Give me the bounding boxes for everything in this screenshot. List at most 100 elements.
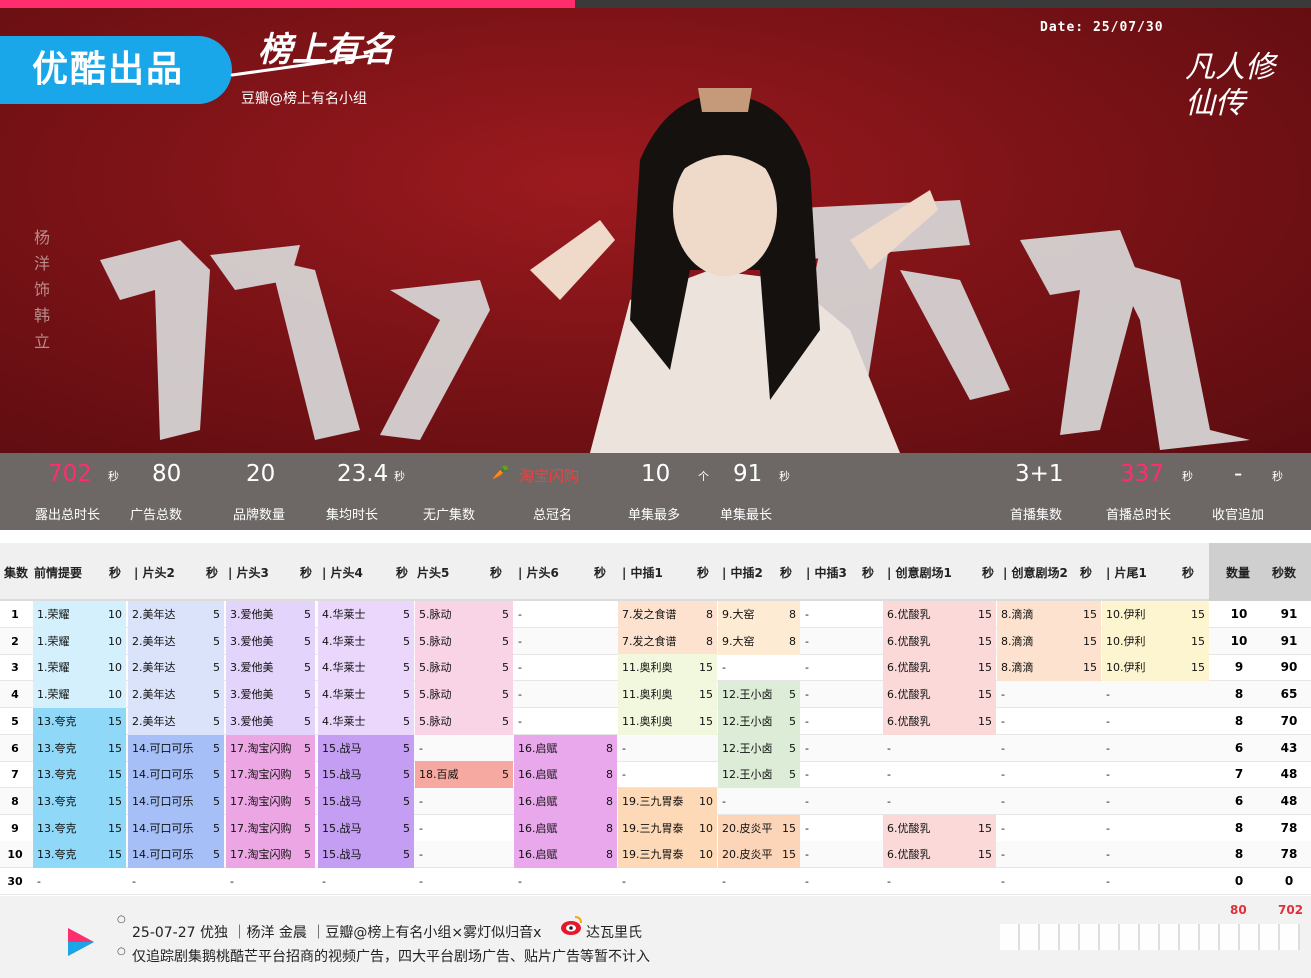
ad-slot-cell: - (718, 788, 800, 815)
ad-slot-cell: 19.三九胃泰 10 (618, 841, 717, 869)
ad-brand-name: - (722, 875, 726, 888)
ad-seconds: 8 (789, 608, 796, 621)
ad-brand-name: 17.淘宝闪购 (230, 768, 292, 782)
ad-brand-name: - (622, 741, 626, 755)
ad-seconds: 5 (502, 661, 509, 675)
ad-brand-name: 11.奥利奥 (622, 661, 673, 675)
stat-label: 无广集数 (423, 508, 476, 523)
stat-label: 露出总时长 (35, 508, 101, 523)
ad-slot-cell: - (1102, 708, 1209, 735)
ad-brand-name: 5.脉动 (419, 714, 452, 728)
date-label: Date: 25/07/30 (1040, 20, 1164, 35)
ad-slot-cell: 12.王小卤 5 (718, 734, 800, 762)
ad-slot-cell: - (415, 841, 513, 868)
ad-brand-name: 8.滴滴 (1001, 608, 1034, 621)
ad-slot-cell: - (801, 601, 882, 628)
ad-slot-cell: - (415, 868, 513, 895)
column-header: 秒 (1080, 566, 1093, 580)
ad-brand-name: - (805, 794, 809, 808)
ad-seconds: 15 (1191, 634, 1205, 648)
ad-slot-cell: 17.淘宝闪购 5 (226, 761, 315, 789)
ad-slot-cell: - (318, 868, 414, 895)
ad-slot-cell: - (33, 868, 126, 895)
ad-brand-name: 13.夸克 (37, 741, 77, 755)
ad-brand-name: - (622, 875, 626, 888)
ad-slot-cell: - (801, 681, 882, 708)
ad-slot-cell: - (801, 708, 882, 735)
row-total-seconds: 43 (1280, 740, 1298, 755)
table-row: 5 13.夸克 15 2.美年达 5 3.爱他美 5 4.华莱士 5 5.脉动 5-11.奥利奥 15… (0, 707, 1311, 735)
ad-seconds: 15 (1191, 608, 1205, 621)
ad-brand-name: 5.脉动 (419, 688, 452, 702)
ad-brand-name: 6.优酸乳 (887, 661, 931, 675)
ad-seconds: 8 (789, 634, 796, 648)
ad-brand-name: 14.可口可乐 (132, 848, 194, 862)
ad-slot-cell: 19.三九胃泰 10 (618, 787, 717, 815)
ad-brand-name: 20.皮炎平 (722, 848, 773, 862)
ad-slot-cell: 9.大窑 8 (718, 601, 800, 628)
row-total-seconds: 78 (1280, 847, 1298, 862)
table-row: 30 - - - - - - - - - - - - 0 0 (0, 868, 1311, 895)
column-header: | 创意剧场2 (1003, 566, 1068, 580)
ad-slot-cell: 9.大窑 8 (718, 627, 800, 655)
ad-slot-cell: - (883, 761, 996, 788)
ad-seconds: 5 (403, 741, 410, 755)
ad-slot-cell: 8.滴滴 15 (997, 601, 1101, 628)
ad-slot-cell: 6.优酸乳 15 (883, 707, 996, 735)
ad-slot-cell: - (997, 708, 1101, 735)
ad-slot-cell: 4.华莱士 5 (318, 601, 414, 628)
ad-seconds: 5 (213, 794, 220, 808)
ad-slot-cell: 4.华莱士 5 (318, 654, 414, 682)
ad-seconds: 5 (502, 768, 509, 782)
ad-slot-cell: 14.可口可乐 5 (128, 761, 224, 789)
ad-brand-name: - (805, 848, 809, 862)
ad-slot-cell: - (128, 868, 224, 895)
row-total-seconds: 65 (1280, 687, 1298, 702)
ad-brand-name: - (805, 608, 809, 621)
ad-brand-name: - (419, 794, 423, 808)
ad-seconds: 15 (978, 848, 992, 862)
column-header: 秒 (109, 566, 122, 580)
column-header: 秒 (780, 566, 793, 580)
weibo-icon (561, 916, 582, 935)
ad-brand-name: 13.夸克 (37, 794, 77, 808)
ad-brand-name: - (518, 688, 522, 702)
table-row: 8 13.夸克 15 14.可口可乐 5 17.淘宝闪购 5 15.战马 5-16.启赋 8 19.… (0, 787, 1311, 815)
ad-brand-name: 4.华莱士 (322, 661, 366, 675)
ad-slot-cell: 14.可口可乐 5 (128, 814, 224, 842)
ad-brand-name: 3.爱他美 (230, 688, 274, 702)
ad-brand-name: 3.爱他美 (230, 634, 274, 648)
ad-seconds: 10 (699, 794, 713, 808)
stat-value: 337 (1120, 461, 1164, 487)
episode-number: 4 (11, 688, 19, 702)
ad-brand-name: 13.夸克 (37, 768, 77, 782)
ad-seconds: 5 (213, 661, 220, 675)
ad-seconds: 15 (1083, 608, 1097, 621)
footer: 80 702 ○ ○ 25-07-27 优独 ｜杨洋 金晨 ｜豆瓣@榜上有名小组… (0, 896, 1311, 978)
ad-slot-cell: - (801, 841, 882, 868)
row-ad-count: 0 (1234, 874, 1244, 888)
ad-brand-name: - (805, 661, 809, 675)
ad-slot-cell: 3.爱他美 5 (226, 654, 315, 682)
ad-slot-cell: 17.淘宝闪购 5 (226, 734, 315, 762)
ad-slot-cell: 11.奥利奥 15 (618, 681, 717, 709)
ad-brand-name: 1.荣耀 (37, 661, 70, 675)
ad-seconds: 15 (978, 661, 992, 675)
ad-slot-cell: 20.皮炎平 15 (718, 841, 800, 869)
ad-seconds: 5 (403, 688, 410, 702)
ad-slot-cell: 13.夸克 15 (33, 707, 126, 735)
stat-label: 单集最多 (628, 508, 681, 523)
column-header: 秒 (697, 566, 710, 580)
ad-brand-name: 6.优酸乳 (887, 608, 931, 621)
ad-brand-name: 16.启赋 (518, 768, 558, 782)
table-row: 2 1.荣耀 10 2.美年达 5 3.爱他美 5 4.华莱士 5 5.脉动 5-7.发之食谱 8 9.… (0, 627, 1311, 655)
ad-slot-cell: - (801, 654, 882, 681)
ad-slot-cell: 11.奥利奥 15 (618, 654, 717, 682)
ad-brand-name: - (887, 794, 891, 808)
ad-brand-name: - (622, 768, 626, 782)
title-sponsor-name: 淘宝闪购 (519, 467, 580, 485)
ad-slot-cell: - (514, 868, 617, 895)
column-header: | 片头4 (322, 566, 363, 580)
ad-slot-cell: 2.美年达 5 (128, 601, 224, 628)
stat-label: 首播集数 (1010, 508, 1063, 523)
